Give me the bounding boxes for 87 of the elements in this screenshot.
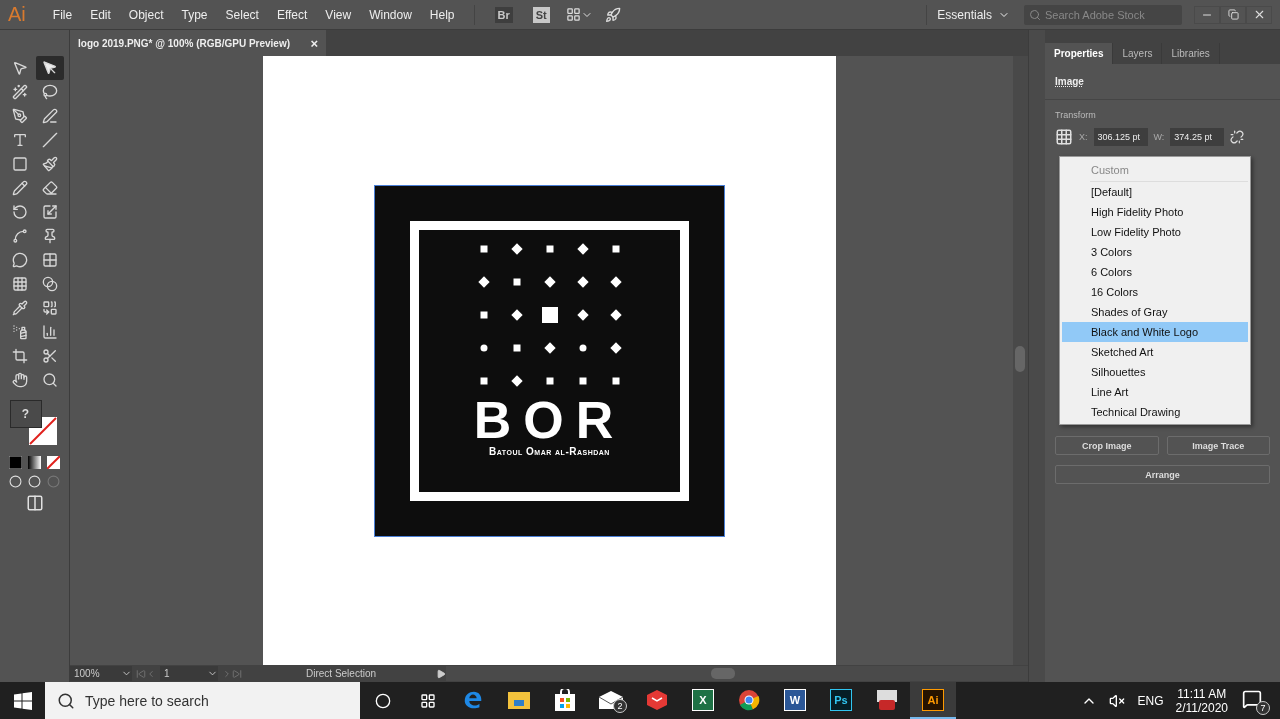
- restore-icon[interactable]: [1220, 5, 1246, 24]
- word-app-icon: W: [784, 688, 806, 711]
- menu-item[interactable]: Window: [360, 7, 421, 22]
- notification-count: 7: [1256, 700, 1270, 715]
- toolbox-icon: [876, 688, 898, 711]
- default-fill-swatch-icon[interactable]: [9, 456, 22, 469]
- input-field[interactable]: 374.25 pt: [1170, 128, 1225, 146]
- menu-option[interactable]: Line Art: [1062, 382, 1248, 402]
- menu-option[interactable]: Silhouettes: [1062, 362, 1248, 382]
- menu-option[interactable]: Shades of Gray: [1062, 302, 1248, 322]
- taskbar-app-button[interactable]: W: [772, 682, 818, 719]
- taskbar-app-button[interactable]: 2: [588, 682, 634, 719]
- notification-button[interactable]: 7: [1240, 686, 1270, 715]
- chrome-circle-icon: [738, 688, 760, 711]
- muted-speaker-icon[interactable]: [1109, 692, 1126, 709]
- minimize-icon[interactable]: [1194, 5, 1220, 24]
- menu-option[interactable]: Technical Drawing: [1062, 402, 1248, 422]
- panel-scrollbar[interactable]: [1029, 30, 1045, 682]
- taskbar-app-button[interactable]: Ps: [818, 682, 864, 719]
- artboard-field[interactable]: 1: [160, 666, 218, 681]
- panel-button[interactable]: Image Trace: [1166, 436, 1270, 455]
- fill-swatch[interactable]: ?: [9, 400, 42, 428]
- section-label: Transform: [1054, 109, 1097, 122]
- menu-item[interactable]: Edit: [81, 7, 120, 22]
- field-label: W:: [1153, 132, 1165, 142]
- logo-title: BOR: [473, 394, 626, 446]
- menu-item[interactable]: View: [316, 7, 361, 22]
- taskbar-app-button[interactable]: Ai: [910, 682, 956, 719]
- layout-grid-icon[interactable]: [565, 7, 593, 22]
- panel-tab[interactable]: Layers: [1113, 43, 1163, 64]
- bridge-button[interactable]: Br: [494, 6, 513, 23]
- search-icon: [1029, 8, 1041, 21]
- vertical-scrollbar[interactable]: [1013, 56, 1028, 665]
- section-title: Image: [1045, 64, 1280, 100]
- filled-pointer-icon[interactable]: [35, 56, 64, 80]
- panel-tab[interactable]: Properties: [1045, 43, 1114, 64]
- screen-mode-icon[interactable]: [25, 494, 44, 512]
- cube-icon: [646, 688, 668, 711]
- menu-option[interactable]: High Fidelity Photo: [1062, 202, 1248, 222]
- menu-option[interactable]: Sketched Art: [1062, 342, 1248, 362]
- draw-behind-icon[interactable]: [28, 475, 41, 488]
- panel-button[interactable]: Crop Image: [1055, 436, 1159, 455]
- shopping-bag-icon: [555, 688, 575, 711]
- arrange-button[interactable]: Arrange: [1055, 465, 1270, 484]
- menu-option[interactable]: Black and White Logo: [1062, 322, 1248, 342]
- menu-option[interactable]: 16 Colors: [1062, 282, 1248, 302]
- rocket-icon[interactable]: [604, 6, 621, 23]
- input-field[interactable]: 306.125 pt: [1093, 128, 1148, 146]
- reference-point-icon[interactable]: [1055, 128, 1073, 146]
- panel-tab[interactable]: Libraries: [1162, 43, 1220, 64]
- taskbar-search-field[interactable]: Type here to search: [45, 682, 360, 719]
- menu-item[interactable]: Type: [172, 7, 217, 22]
- language-indicator[interactable]: ENG: [1137, 693, 1164, 708]
- taskbar-app-button[interactable]: X: [680, 682, 726, 719]
- stock-button[interactable]: St: [532, 6, 550, 23]
- app-logo: Ai: [8, 3, 26, 26]
- none-swatch-icon[interactable]: [47, 456, 60, 469]
- link-icon[interactable]: [1230, 130, 1245, 144]
- close-icon[interactable]: ×: [310, 35, 318, 51]
- document-tab[interactable]: logo 2019.PNG* @ 100% (RGB/GPU Preview) ×: [70, 30, 326, 56]
- spreadsheet-app-icon: X: [692, 688, 714, 711]
- menu-option[interactable]: 6 Colors: [1062, 262, 1248, 282]
- clock[interactable]: 11:11 AM 2/11/2020: [1175, 686, 1228, 715]
- zoom-field[interactable]: 100%: [70, 666, 132, 681]
- menu-item[interactable]: Object: [119, 7, 173, 22]
- draw-normal-icon[interactable]: [9, 475, 22, 488]
- menu-item[interactable]: Help: [420, 7, 464, 22]
- gradient-swatch-icon[interactable]: [28, 456, 41, 469]
- menu-item[interactable]: Effect: [267, 7, 317, 22]
- search-icon: [57, 691, 75, 710]
- close-icon[interactable]: [1246, 5, 1272, 24]
- menu-item[interactable]: File: [43, 7, 82, 22]
- field-label: X:: [1079, 132, 1088, 142]
- folder-icon: [508, 689, 530, 710]
- current-tool-label: Direct Selection: [305, 668, 377, 679]
- menu-header: Custom: [1090, 159, 1248, 182]
- notification-badge: 2: [613, 699, 627, 713]
- horizontal-scrollbar[interactable]: [446, 666, 1028, 681]
- menu-option[interactable]: Low Fidelity Photo: [1062, 222, 1248, 242]
- vector-app-icon: Ai: [922, 688, 944, 711]
- logo-subtitle: Batoul Omar al-Rashdan: [489, 446, 610, 457]
- play-icon[interactable]: [436, 668, 446, 679]
- menu-option[interactable]: [Default]: [1062, 182, 1248, 202]
- photo-app-icon: Ps: [830, 688, 852, 711]
- workspace-switcher[interactable]: Essentials: [937, 7, 1010, 22]
- menu-item[interactable]: Select: [216, 7, 268, 22]
- menu-option[interactable]: 3 Colors: [1062, 242, 1248, 262]
